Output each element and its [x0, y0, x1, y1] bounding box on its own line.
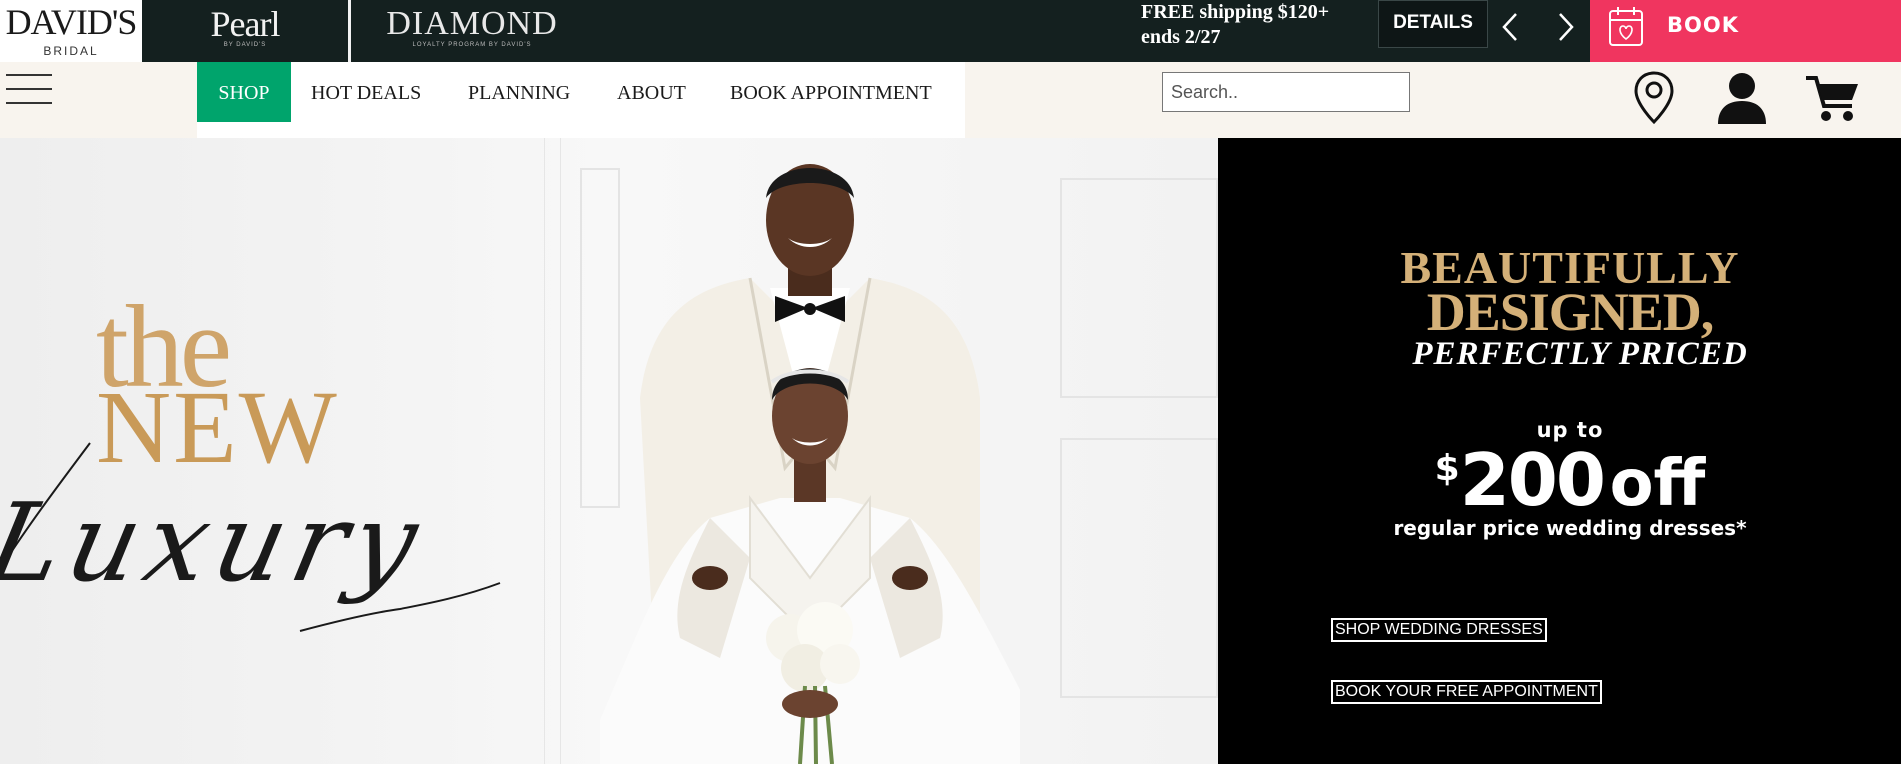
details-button[interactable]: DETAILS — [1378, 0, 1488, 48]
chevron-right-icon[interactable] — [1550, 10, 1580, 44]
nav-item-planning[interactable]: PLANNING — [468, 62, 570, 122]
wall-panel-line — [544, 138, 545, 764]
book-free-appointment-link[interactable]: BOOK YOUR FREE APPOINTMENT — [1331, 680, 1602, 704]
shopping-cart-icon[interactable] — [1804, 72, 1860, 124]
shop-wedding-dresses-link[interactable]: SHOP WEDDING DRESSES — [1331, 618, 1547, 642]
diamond-wordmark: DIAMOND — [386, 5, 558, 42]
hero-script-luxury: Luxury — [0, 481, 436, 606]
diamond-loyalty-link[interactable]: DIAMOND LOYALTY PROGRAM BY DAVID'S — [351, 0, 593, 62]
account-user-icon[interactable] — [1716, 70, 1768, 126]
book-appointment-banner-button[interactable]: BOOK APPOINTMENT — [1590, 0, 1901, 87]
promo-line-1: FREE shipping $120+ — [1141, 1, 1330, 23]
promo-headline: BEAUTIFULLY DESIGNED, — [1380, 245, 1760, 342]
promo-subheadline: PERFECTLY PRICED — [1412, 336, 1748, 372]
search-input[interactable] — [1162, 72, 1410, 112]
shipping-promo-text: FREE shipping $120+ ends 2/27 — [1141, 0, 1371, 50]
pearl-subtitle: BY DAVID'S — [223, 42, 267, 48]
store-location-icon[interactable] — [1632, 70, 1676, 126]
hero-image-area: the NEW Luxury — [0, 138, 1218, 764]
nav-item-hot-deals[interactable]: HOT DEALS — [311, 62, 421, 122]
pearl-brand-link[interactable]: Pearl BY DAVID'S — [142, 0, 348, 62]
nav-item-about[interactable]: ABOUT — [617, 62, 686, 122]
nav-item-book-appointment[interactable]: BOOK APPOINTMENT — [730, 62, 932, 122]
logo-wordmark: DAVID'S — [5, 2, 138, 42]
wall-molding — [1060, 438, 1218, 698]
promo-off: off — [1609, 447, 1706, 521]
hamburger-menu-icon[interactable] — [6, 70, 52, 110]
hero-banner[interactable]: the NEW Luxury BEAUTIFULLY DESIGNED, PER… — [0, 138, 1901, 764]
promo-amount: 200 — [1459, 438, 1606, 522]
main-navigation: SHOP HOT DEALS PLANNING ABOUT BOOK APPOI… — [0, 62, 1901, 139]
promo-fine-print: regular price wedding dresses* — [1393, 516, 1747, 540]
calendar-heart-icon — [1609, 7, 1643, 46]
top-promo-bar: DAVID'S BRIDAL Pearl BY DAVID'S DIAMOND … — [0, 0, 1901, 87]
logo-subtitle: BRIDAL — [43, 44, 99, 58]
promo-line-2: ends 2/27 — [1141, 26, 1221, 48]
hero-script-new: NEW — [96, 370, 339, 485]
pearl-wordmark: Pearl — [210, 4, 281, 44]
nav-item-shop[interactable]: SHOP — [197, 62, 291, 122]
wedding-couple-photo — [600, 164, 1020, 764]
wall-molding — [1060, 178, 1218, 398]
wall-panel-line — [560, 138, 561, 764]
diamond-subtitle: LOYALTY PROGRAM BY DAVID'S — [412, 42, 532, 48]
chevron-left-icon[interactable] — [1496, 10, 1526, 44]
promo-discount-amount: $200 off — [1380, 438, 1760, 522]
promo-dollar-sign: $ — [1434, 448, 1460, 489]
davids-bridal-logo[interactable]: DAVID'S BRIDAL — [0, 0, 142, 62]
headline-line-2: DESIGNED, — [1426, 282, 1715, 342]
